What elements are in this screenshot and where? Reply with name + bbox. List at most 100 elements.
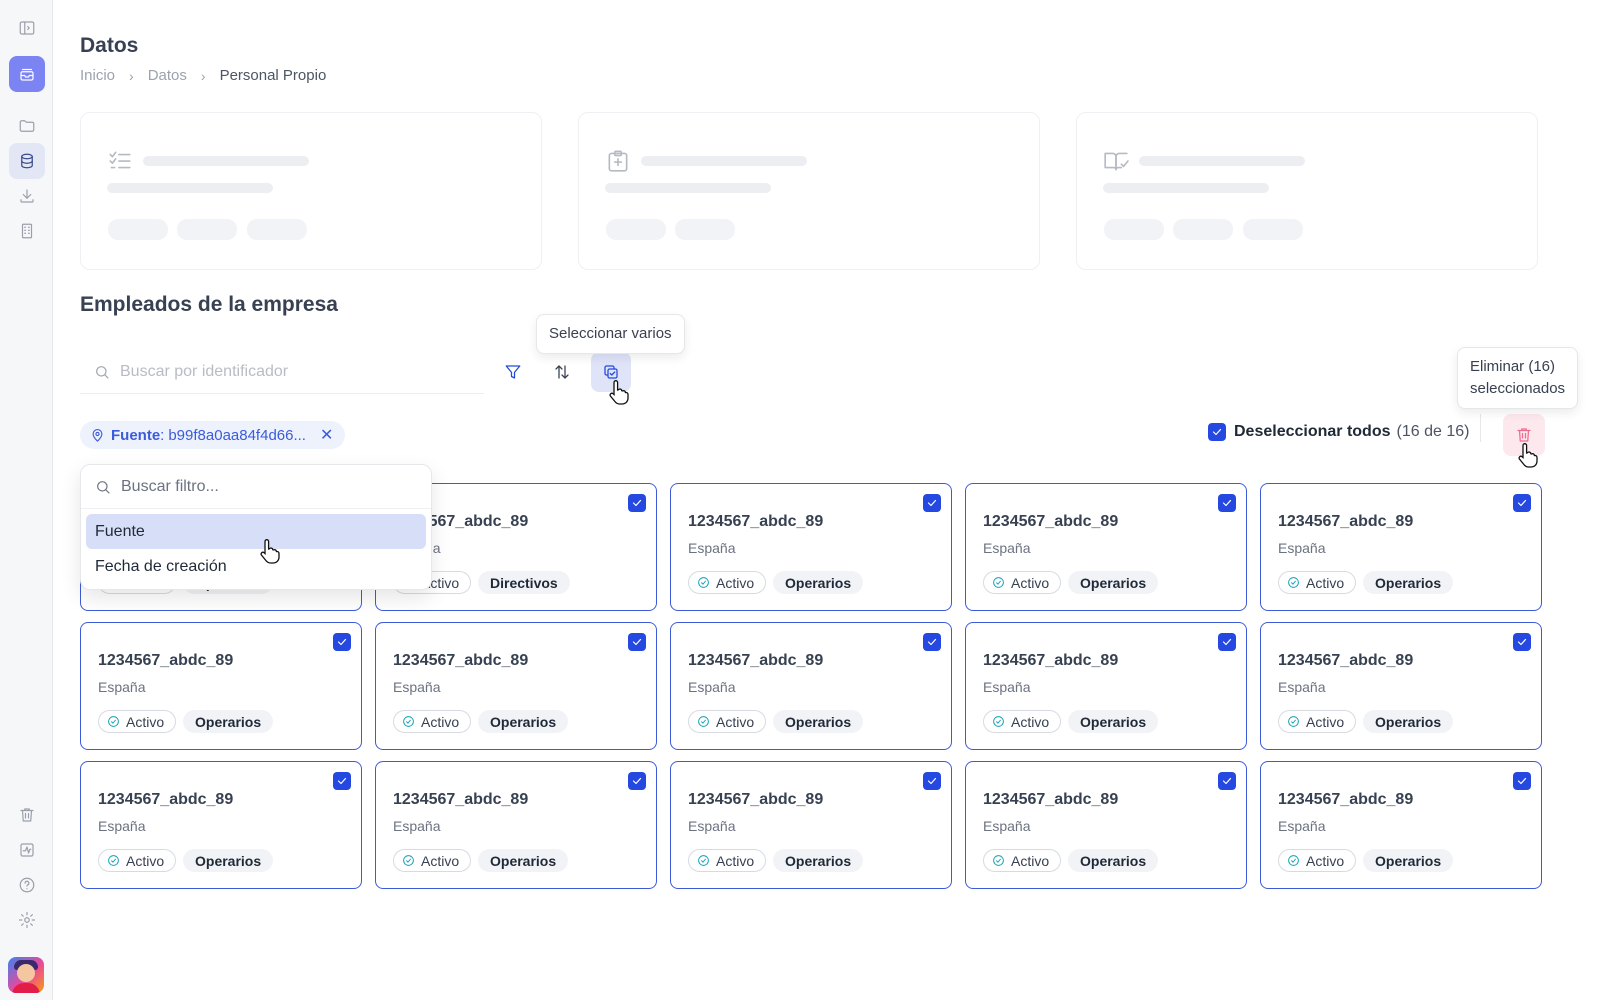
close-icon[interactable]: ✕ [320, 425, 333, 445]
status-badge: Activo [688, 849, 767, 872]
deselect-all-control[interactable]: Deseleccionar todos (16 de 16) [1208, 423, 1469, 441]
sidebar-toggle-button[interactable] [9, 10, 45, 46]
employee-id: 1234567_abdc_89 [983, 513, 1119, 530]
search-input[interactable] [120, 362, 460, 381]
sort-button[interactable] [542, 352, 582, 392]
filter-dropdown: Fuente Fecha de creación [80, 464, 432, 590]
employee-id: 1234567_abdc_89 [983, 652, 1119, 669]
sidebar-item-help[interactable] [9, 867, 45, 903]
employee-card[interactable]: 1234567_abdc_89 España Activo Operarios [1260, 761, 1542, 889]
sidebar-item-building[interactable] [9, 213, 45, 249]
checklist-icon [109, 151, 131, 169]
sidebar-item-folder[interactable] [9, 108, 45, 144]
sidebar-item-settings[interactable] [9, 902, 45, 938]
check-circle-icon [698, 855, 709, 866]
employee-checkbox[interactable] [628, 633, 646, 651]
status-text: Activo [716, 852, 755, 869]
dropdown-option-fuente[interactable]: Fuente [86, 514, 426, 549]
employee-card[interactable]: 1234567_abdc_89 España Activo Operarios [375, 622, 657, 750]
employee-card[interactable]: 1234567_abdc_89 España Activo Operarios [965, 483, 1247, 611]
skeleton-card-3 [1076, 112, 1538, 270]
check-circle-icon [1288, 855, 1299, 866]
status-text: Activo [126, 852, 165, 869]
employee-id: 1234567_abdc_89 [393, 791, 529, 808]
employee-country: España [393, 679, 441, 695]
tooltip-delete-line2: seleccionados [1470, 380, 1566, 397]
group-badge: Operarios [478, 710, 569, 733]
breadcrumb-datos[interactable]: Datos [148, 67, 187, 84]
employee-card[interactable]: 1234567_abdc_89 España Activo Operarios [1260, 483, 1542, 611]
employee-country: España [98, 679, 146, 695]
check-circle-icon [403, 716, 414, 727]
group-badge: Operarios [1363, 571, 1454, 594]
employee-card[interactable]: 1234567_abdc_89 España Activo Operarios [80, 622, 362, 750]
employee-checkbox[interactable] [923, 494, 941, 512]
employee-card[interactable]: 1234567_abdc_89 España Activo Operarios [80, 761, 362, 889]
filter-chip[interactable]: Fuente : b99f8a0aa84f4d66... ✕ [80, 421, 346, 449]
status-text: Activo [1306, 713, 1345, 730]
sidebar-item-trash[interactable] [9, 797, 45, 833]
employee-card[interactable]: 1234567_abdc_89 España Activo Operarios [965, 622, 1247, 750]
sidebar-item-database[interactable] [9, 143, 45, 179]
breadcrumb-inicio[interactable]: Inicio [80, 67, 115, 84]
breadcrumb: Inicio › Datos › Personal Propio [80, 67, 326, 84]
employee-checkbox[interactable] [1218, 772, 1236, 790]
group-badge: Directivos [478, 571, 570, 594]
filter-button[interactable] [493, 352, 533, 392]
check-icon [1222, 777, 1232, 785]
group-badge: Operarios [1068, 571, 1159, 594]
employee-checkbox[interactable] [923, 633, 941, 651]
employee-checkbox[interactable] [1218, 494, 1236, 512]
status-text: Activo [421, 713, 460, 730]
employee-card[interactable]: 1234567_abdc_89 España Activo Operarios [1260, 622, 1542, 750]
employee-country: España [983, 679, 1031, 695]
employee-id: 1234567_abdc_89 [1278, 791, 1414, 808]
status-badge: Activo [983, 571, 1062, 594]
group-badge: Operarios [1363, 710, 1454, 733]
check-circle-icon [1288, 716, 1299, 727]
employee-card[interactable]: 1234567_abdc_89 España Activo Operarios [375, 761, 657, 889]
employee-checkbox[interactable] [1218, 633, 1236, 651]
breadcrumb-personal-propio: Personal Propio [219, 67, 327, 84]
employee-checkbox[interactable] [923, 772, 941, 790]
employee-card[interactable]: 1234567_abdc_89 España Activo Operarios [965, 761, 1247, 889]
status-badge: Activo [983, 710, 1062, 733]
employee-checkbox[interactable] [1513, 633, 1531, 651]
employee-checkbox[interactable] [628, 494, 646, 512]
check-icon [927, 777, 937, 785]
sidebar-item-inbox[interactable] [9, 56, 45, 92]
dropdown-option-fecha-creacion[interactable]: Fecha de creación [86, 549, 426, 584]
check-icon [632, 499, 642, 507]
employee-card[interactable]: 1234567_abdc_89 España Activo Operarios [670, 483, 952, 611]
employee-checkbox[interactable] [1513, 494, 1531, 512]
check-icon [1517, 777, 1527, 785]
status-badge: Activo [1278, 571, 1357, 594]
page-title: Datos [80, 34, 139, 57]
status-text: Activo [421, 852, 460, 869]
status-badge: Activo [393, 849, 472, 872]
employee-checkbox[interactable] [333, 633, 351, 651]
sidebar-item-activity[interactable] [9, 832, 45, 868]
filter-icon [505, 365, 521, 379]
employee-checkbox[interactable] [333, 772, 351, 790]
status-badge: Activo [98, 849, 177, 872]
employee-card[interactable]: 1234567_abdc_89 España Activo Operarios [670, 622, 952, 750]
status-badge: Activo [1278, 710, 1357, 733]
employee-id: 1234567_abdc_89 [1278, 652, 1414, 669]
avatar[interactable] [8, 957, 44, 993]
sidebar-item-download[interactable] [9, 178, 45, 214]
check-icon [1517, 638, 1527, 646]
status-badge: Activo [688, 710, 767, 733]
filter-search-input[interactable] [121, 477, 411, 496]
deselect-all-checkbox[interactable] [1208, 423, 1226, 441]
database-icon [21, 153, 33, 169]
group-badge: Operarios [773, 849, 864, 872]
check-icon [632, 777, 642, 785]
employee-card[interactable]: 1234567_abdc_89 España Activo Operarios [670, 761, 952, 889]
employee-checkbox[interactable] [628, 772, 646, 790]
skeleton-card-2 [578, 112, 1040, 270]
employee-checkbox[interactable] [1513, 772, 1531, 790]
hand-cursor-icon [260, 539, 280, 564]
status-text: Activo [1306, 574, 1345, 591]
check-circle-icon [108, 855, 119, 866]
